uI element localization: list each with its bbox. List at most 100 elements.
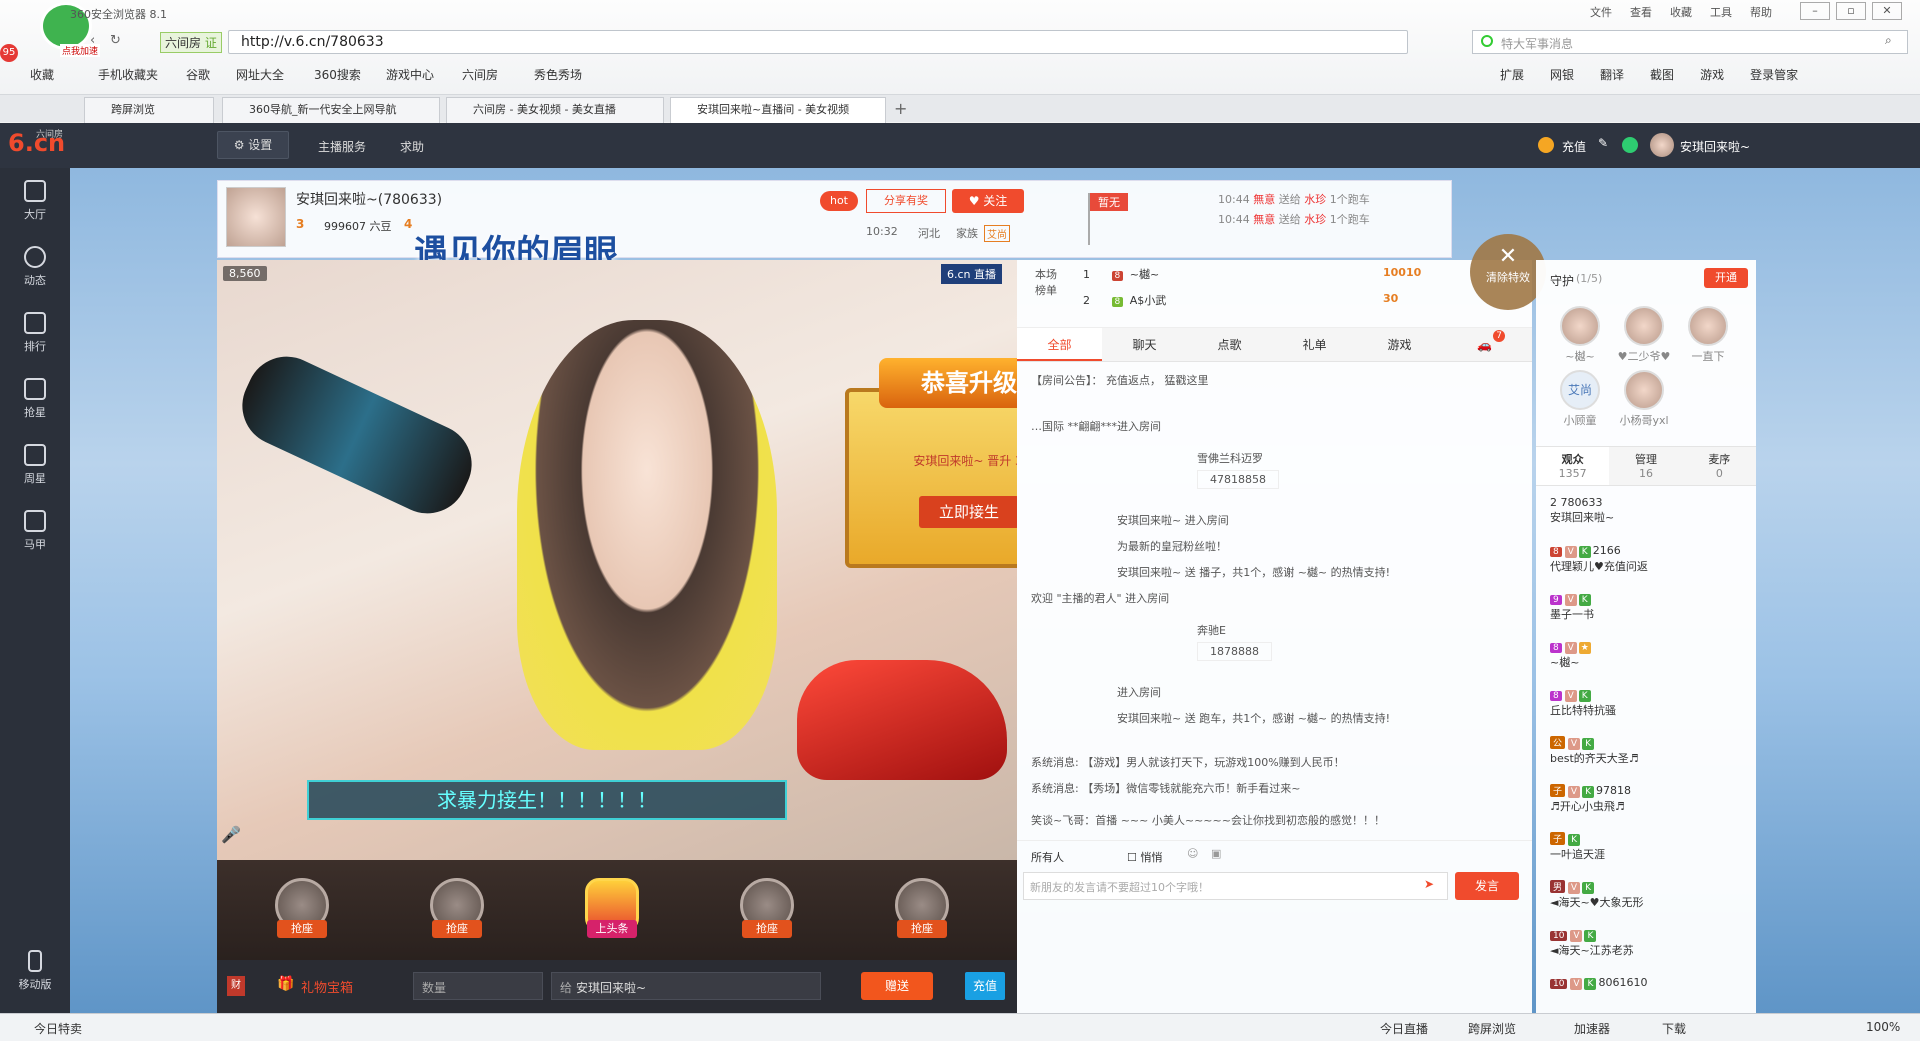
bookmark-google[interactable]: 谷歌: [186, 66, 210, 83]
tab-songs[interactable]: 点歌: [1187, 328, 1272, 361]
minimize-icon[interactable]: –: [1800, 2, 1830, 20]
seat-slot[interactable]: 抢座: [722, 878, 812, 948]
menu-help[interactable]: 帮助: [1750, 4, 1772, 20]
today-deals-link[interactable]: 今日特卖: [34, 1020, 82, 1037]
bookmark-hao[interactable]: 网址大全: [236, 66, 284, 83]
bookmark-mobile[interactable]: 手机收藏夹: [98, 66, 158, 83]
back-icon[interactable]: ‹: [90, 33, 95, 48]
share-button[interactable]: 分享有奖: [866, 189, 946, 213]
anchor-avatar[interactable]: [226, 187, 286, 247]
search-input[interactable]: 特大军事消息 ⌕: [1472, 30, 1908, 54]
tool-extensions[interactable]: 扩展: [1500, 66, 1524, 83]
car-icon[interactable]: 🚗 7: [1442, 328, 1527, 361]
guard-avatar[interactable]: 艾尚: [1560, 370, 1600, 410]
clear-effects-button[interactable]: ✕ 清除特效: [1470, 234, 1546, 310]
rank-row[interactable]: 1 8 ~樾~ 10010: [1083, 266, 1503, 290]
headline-slot[interactable]: 上头条: [567, 878, 657, 948]
audience-item[interactable]: 8 V K 2166 代理颖儿♥充值问返: [1550, 544, 1750, 574]
sidebar-item-vest[interactable]: 马甲: [0, 498, 70, 564]
rank-row[interactable]: 2 8 A$小武 30: [1083, 292, 1503, 316]
recipient-select[interactable]: 给 安琪回来啦~: [551, 972, 821, 1000]
tab-gifts[interactable]: 礼单: [1272, 328, 1357, 361]
guard-avatar[interactable]: [1688, 306, 1728, 346]
chat-target-select[interactable]: 所有人: [1031, 849, 1064, 865]
tab-live-room[interactable]: 安琪回来啦~直播间 - 美女视频: [670, 97, 886, 123]
status-accelerator[interactable]: 加速器: [1574, 1020, 1610, 1037]
mic-icon[interactable]: 🎤: [221, 825, 241, 844]
audience-item[interactable]: 公 V Kbest的齐天大圣♬: [1550, 736, 1750, 766]
audience-item[interactable]: 子 V K 97818 ♬开心小虫飛♬: [1550, 784, 1750, 814]
maximize-icon[interactable]: ▫: [1836, 2, 1866, 20]
private-checkbox[interactable]: ☐ 悄悄: [1127, 849, 1162, 865]
tab-managers[interactable]: 管理 16: [1609, 447, 1682, 485]
tab-chat[interactable]: 聊天: [1102, 328, 1187, 361]
seat-slot[interactable]: 抢座: [412, 878, 502, 948]
audience-item[interactable]: 男 V K ◄海天~♥大象无形: [1550, 880, 1750, 910]
guard-avatar[interactable]: [1560, 306, 1600, 346]
menu-favorites[interactable]: 收藏: [1670, 4, 1692, 20]
recharge-button[interactable]: 充值: [965, 972, 1005, 1000]
send-gift-button[interactable]: 赠送: [861, 972, 933, 1000]
guard-avatar[interactable]: [1624, 306, 1664, 346]
gift-box-button[interactable]: 礼物宝箱: [301, 977, 353, 996]
tool-login-manager[interactable]: 登录管家: [1750, 66, 1798, 83]
send-message-button[interactable]: 发言: [1455, 872, 1519, 900]
audience-item[interactable]: 8 V ★ ~樾~: [1550, 640, 1750, 670]
bookmark-6cn[interactable]: 六间房: [462, 66, 498, 83]
emoji-icon[interactable]: ☺: [1187, 847, 1198, 860]
sidebar-item-rank[interactable]: 排行: [0, 300, 70, 366]
status-download[interactable]: 下载: [1662, 1020, 1686, 1037]
family-tag[interactable]: 艾尚: [984, 225, 1010, 242]
open-guard-button[interactable]: 开通: [1704, 268, 1748, 288]
recharge-link[interactable]: 充值: [1562, 138, 1586, 155]
seat-slot[interactable]: 抢座: [257, 878, 347, 948]
avatar[interactable]: [1650, 133, 1674, 157]
menu-tools[interactable]: 工具: [1710, 4, 1732, 20]
tab-audience[interactable]: 观众 1357: [1536, 447, 1610, 485]
chat-input[interactable]: 新朋友的发言请不要超过10个字哦！ ➤: [1023, 872, 1448, 900]
sidebar-item-mobile[interactable]: 移动版: [0, 938, 70, 1004]
bookmark-games[interactable]: 游戏中心: [386, 66, 434, 83]
send-arrow-icon[interactable]: ➤: [1424, 877, 1434, 891]
close-icon[interactable]: ✕: [1872, 2, 1902, 20]
tool-games[interactable]: 游戏: [1700, 66, 1724, 83]
tool-screenshot[interactable]: 截图: [1650, 66, 1674, 83]
sidebar-item-weekly[interactable]: 周星: [0, 432, 70, 498]
guard-avatar[interactable]: [1624, 370, 1664, 410]
sidebar-item-hall[interactable]: 大厅: [0, 168, 70, 234]
tab-cross-screen[interactable]: 跨屏浏览: [84, 97, 214, 123]
image-icon[interactable]: ▣: [1211, 847, 1221, 860]
quantity-input[interactable]: 数量: [413, 972, 543, 1000]
address-bar[interactable]: http://v.6.cn/780633: [228, 30, 1408, 54]
video-player[interactable]: 8,560 6.cn 直播 恭喜升级 安琪回来啦~ 晋升 3 立即接生 求暴力接…: [217, 260, 1017, 860]
tab-all[interactable]: 全部: [1017, 328, 1102, 361]
audience-item[interactable]: 2 780633 安琪回来啦~: [1550, 496, 1750, 525]
settings-button[interactable]: ⚙ 设置: [217, 131, 289, 159]
edit-icon[interactable]: ✎: [1598, 136, 1608, 150]
menu-file[interactable]: 文件: [1590, 4, 1612, 20]
anchor-service-link[interactable]: 主播服务: [318, 138, 366, 155]
audience-item[interactable]: 8 V K 丘比特特抗骚: [1550, 688, 1750, 718]
tab-6cn-home[interactable]: 六间房 - 美女视频 - 美女直播: [446, 97, 664, 123]
site-indicator[interactable]: 六间房 证: [160, 32, 222, 53]
bookmark-360search[interactable]: 360搜索: [314, 66, 361, 83]
audience-item[interactable]: 10 V K ◄海天~江苏老苏: [1550, 928, 1750, 958]
help-link[interactable]: 求助: [400, 138, 424, 155]
menu-view[interactable]: 查看: [1630, 4, 1652, 20]
tab-mic-queue[interactable]: 麦序 0: [1683, 447, 1756, 485]
status-live[interactable]: 今日直播: [1380, 1020, 1428, 1037]
sidebar-item-star[interactable]: 抢星: [0, 366, 70, 432]
status-cross-screen[interactable]: 跨屏浏览: [1468, 1020, 1516, 1037]
refresh-icon[interactable]: ↻: [110, 33, 121, 48]
url-text[interactable]: http://v.6.cn/780633: [241, 34, 384, 50]
search-icon[interactable]: ⌕: [1885, 33, 1892, 48]
audience-item[interactable]: 子 K 一叶追天涯: [1550, 832, 1750, 862]
tool-bank[interactable]: 网银: [1550, 66, 1574, 83]
follow-button[interactable]: ♥ 关注: [952, 189, 1024, 213]
user-name[interactable]: 安琪回来啦~: [1680, 138, 1750, 155]
tool-translate[interactable]: 翻译: [1600, 66, 1624, 83]
sidebar-item-feed[interactable]: 动态: [0, 234, 70, 300]
tab-360-nav[interactable]: 360导航_新一代安全上网导航: [222, 97, 440, 123]
upgrade-accept-button[interactable]: 立即接生: [919, 496, 1017, 528]
audience-item[interactable]: 10 V K 8061610: [1550, 976, 1750, 990]
